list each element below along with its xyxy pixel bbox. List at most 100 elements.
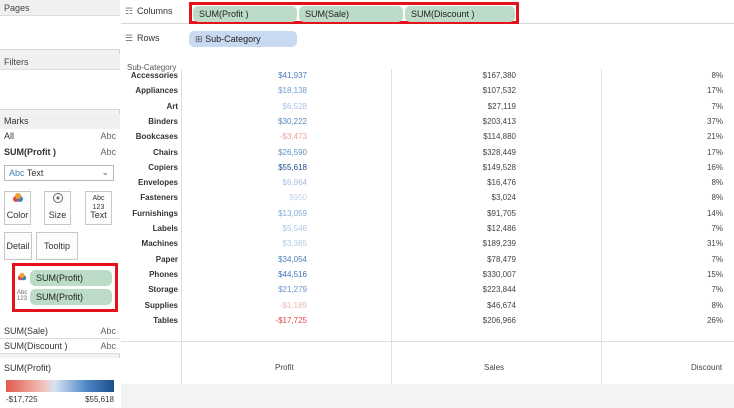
row-label: Bookcases xyxy=(135,132,178,141)
row-label: Art xyxy=(166,102,178,111)
discount-cell: 8% xyxy=(711,71,723,80)
discount-cell: 14% xyxy=(706,209,723,218)
discount-cell: 31% xyxy=(706,239,723,248)
columns-label: Columns xyxy=(137,6,173,16)
row-label: Binders xyxy=(148,117,178,126)
sales-cell: $149,528 xyxy=(482,163,516,172)
discount-cell: 17% xyxy=(706,148,723,157)
sales-cell: $167,380 xyxy=(482,71,516,80)
sales-cell: $91,705 xyxy=(487,209,516,218)
profit-cell: $6,964 xyxy=(282,178,307,187)
mark-type-select[interactable]: Abc Text ⌄ xyxy=(4,165,114,181)
discount-cell: 7% xyxy=(711,224,723,233)
column-pill-sale[interactable]: SUM(Sale) xyxy=(299,6,403,22)
measure-card-discount[interactable]: SUM(Discount ) Abc xyxy=(0,339,120,354)
row-label: Chairs xyxy=(153,148,178,157)
row-label: Storage xyxy=(148,285,178,294)
legend-title: SUM(Profit) xyxy=(4,363,51,373)
measure-card-sale[interactable]: SUM(Sale) Abc xyxy=(0,324,120,339)
text-button[interactable]: Abc 123 Text xyxy=(85,191,112,225)
profit-cell: $3,385 xyxy=(282,239,307,248)
profit-cell: $950 xyxy=(289,193,307,202)
discount-cell: 7% xyxy=(711,285,723,294)
color-icon xyxy=(5,192,30,210)
view-area: Sub-Category Profit Sales Discount Acces… xyxy=(121,49,734,384)
legend-min: -$17,725 xyxy=(6,395,38,404)
discount-cell: 17% xyxy=(706,86,723,95)
columns-shelf[interactable]: ☶ Columns SUM(Profit ) SUM(Sale) SUM(Disc… xyxy=(121,0,734,24)
measure-cards: SUM(Sale) Abc SUM(Discount ) Abc xyxy=(0,324,120,354)
rows-shelf[interactable]: ☰ Rows ⊞ Sub-Category xyxy=(121,27,734,51)
profit-cell: $44,516 xyxy=(278,270,307,279)
sales-cell: $189,239 xyxy=(482,239,516,248)
detail-button[interactable]: Detail xyxy=(4,232,32,260)
discount-cell: 21% xyxy=(706,132,723,141)
discount-cell: 16% xyxy=(706,163,723,172)
size-button[interactable]: Size xyxy=(44,191,71,225)
sales-cell: $46,674 xyxy=(487,301,516,310)
marks-profit-row[interactable]: SUM(Profit ) Abc xyxy=(0,145,120,160)
profit-cell: $5,546 xyxy=(282,224,307,233)
column-pill-discount[interactable]: SUM(Discount ) xyxy=(405,6,515,22)
text-icon: Abc 123 xyxy=(92,195,105,211)
text-encoding-pill[interactable]: SUM(Profit) xyxy=(30,289,112,305)
sales-cell: $203,413 xyxy=(482,117,516,126)
column-label-sales: Sales xyxy=(484,363,505,372)
profit-cell: $6,528 xyxy=(282,102,307,111)
filters-title: Filters xyxy=(4,57,29,67)
sales-cell: $330,007 xyxy=(482,270,516,279)
row-label: Copiers xyxy=(148,163,178,172)
color-button[interactable]: Color xyxy=(4,191,31,225)
column-pill-profit[interactable]: SUM(Profit ) xyxy=(193,6,297,22)
abc-icon: Abc xyxy=(100,147,116,157)
profit-cell: $30,222 xyxy=(278,117,307,126)
row-pill-subcategory[interactable]: ⊞ Sub-Category xyxy=(189,31,297,47)
color-legend[interactable]: SUM(Profit) -$17,725 $55,618 xyxy=(0,358,120,408)
sales-cell: $27,119 xyxy=(487,102,516,111)
discount-cell: 37% xyxy=(706,117,723,126)
row-label: Phones xyxy=(149,270,178,279)
row-label: Appliances xyxy=(135,86,178,95)
color-encoding-pill[interactable]: SUM(Profit) xyxy=(30,270,112,286)
discount-cell: 7% xyxy=(711,102,723,111)
sales-cell: $16,476 xyxy=(487,178,516,187)
discount-cell: 8% xyxy=(711,178,723,187)
chevron-down-icon: ⌄ xyxy=(101,167,109,177)
profit-cell: -$1,189 xyxy=(279,301,307,310)
profit-cell: -$3,473 xyxy=(279,132,307,141)
sales-cell: $328,449 xyxy=(482,148,516,157)
pages-card[interactable]: Pages xyxy=(0,0,120,50)
row-label: Accessories xyxy=(130,71,178,80)
marks-card: Marks All Abc SUM(Profit ) Abc Abc Text … xyxy=(0,114,120,324)
sales-cell: $223,844 xyxy=(482,285,516,294)
text-icon: Abc 123 xyxy=(17,290,28,302)
sales-cell: $3,024 xyxy=(491,193,516,202)
column-label-discount: Discount xyxy=(691,363,723,372)
row-label: Labels xyxy=(152,224,178,233)
discount-cell: 7% xyxy=(711,255,723,264)
row-label: Tables xyxy=(153,316,178,325)
rows-label: Rows xyxy=(137,33,160,43)
marks-all-row[interactable]: All Abc xyxy=(0,129,120,144)
profit-cell: $26,590 xyxy=(278,148,307,157)
row-label: Envelopes xyxy=(137,178,178,187)
profit-cell: $34,054 xyxy=(278,255,307,264)
left-panel: Pages Filters Marks All Abc SUM(Profit )… xyxy=(0,0,120,408)
pages-title: Pages xyxy=(4,3,30,13)
filters-card[interactable]: Filters xyxy=(0,54,120,110)
sales-cell: $78,479 xyxy=(487,255,516,264)
profit-cell: $18,138 xyxy=(278,86,307,95)
column-label-profit: Profit xyxy=(275,363,294,372)
discount-cell: 8% xyxy=(711,301,723,310)
abc-icon: Abc xyxy=(100,326,116,336)
tooltip-button[interactable]: Tooltip xyxy=(36,232,78,260)
legend-gradient xyxy=(6,380,114,392)
row-label: Furnishings xyxy=(132,209,178,218)
rows-icon: ☰ xyxy=(125,33,134,43)
size-icon xyxy=(45,192,70,210)
expand-icon: ⊞ xyxy=(195,34,203,44)
legend-max: $55,618 xyxy=(85,395,114,404)
discount-cell: 26% xyxy=(706,316,723,325)
row-label: Supplies xyxy=(144,301,178,310)
abc-icon: Abc xyxy=(100,341,116,351)
